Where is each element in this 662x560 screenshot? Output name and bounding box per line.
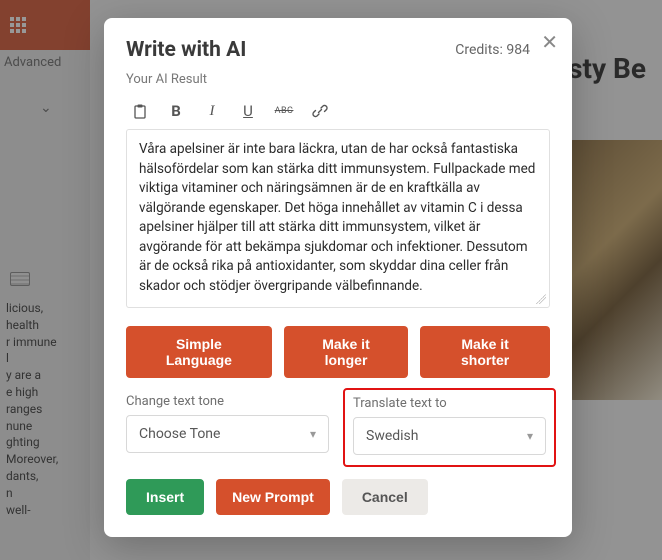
tone-select-value: Choose Tone [139,426,220,442]
bold-button[interactable]: B [166,101,186,121]
link-button[interactable] [310,101,330,121]
translate-select[interactable]: Swedish ▾ [353,417,546,455]
underline-button[interactable]: U [238,101,258,121]
make-longer-button[interactable]: Make it longer [284,326,408,378]
chevron-down-icon: ▾ [310,427,316,441]
translate-field-group: Translate text to Swedish ▾ [347,394,550,459]
editor-toolbar: B I U ABC [126,97,550,125]
cancel-button[interactable]: Cancel [342,479,428,515]
resize-handle-icon[interactable] [536,294,546,304]
editor-container: Våra apelsiner är inte bara läckra, utan… [126,129,550,308]
modal-title: Write with AI [126,38,246,62]
close-button[interactable]: ✕ [541,32,558,52]
translate-highlight: Translate text to Swedish ▾ [343,388,556,467]
ai-result-label: Your AI Result [126,72,550,87]
make-shorter-button[interactable]: Make it shorter [420,326,550,378]
new-prompt-button[interactable]: New Prompt [216,479,330,515]
insert-button[interactable]: Insert [126,479,204,515]
write-with-ai-modal: Write with AI Credits: 984 ✕ Your AI Res… [104,18,572,537]
clipboard-icon[interactable] [130,101,150,121]
simple-language-button[interactable]: Simple Language [126,326,272,378]
credits-label: Credits: 984 [455,42,530,58]
translate-label: Translate text to [353,396,546,411]
close-icon: ✕ [541,30,558,54]
tone-field-group: Change text tone Choose Tone ▾ [126,394,329,459]
strikethrough-button[interactable]: ABC [274,101,294,121]
ai-result-editor[interactable]: Våra apelsiner är inte bara läckra, utan… [127,130,549,307]
chevron-down-icon: ▾ [527,429,533,443]
italic-button[interactable]: I [202,101,222,121]
tone-label: Change text tone [126,394,329,409]
tone-select[interactable]: Choose Tone ▾ [126,415,329,453]
translate-select-value: Swedish [366,428,419,444]
